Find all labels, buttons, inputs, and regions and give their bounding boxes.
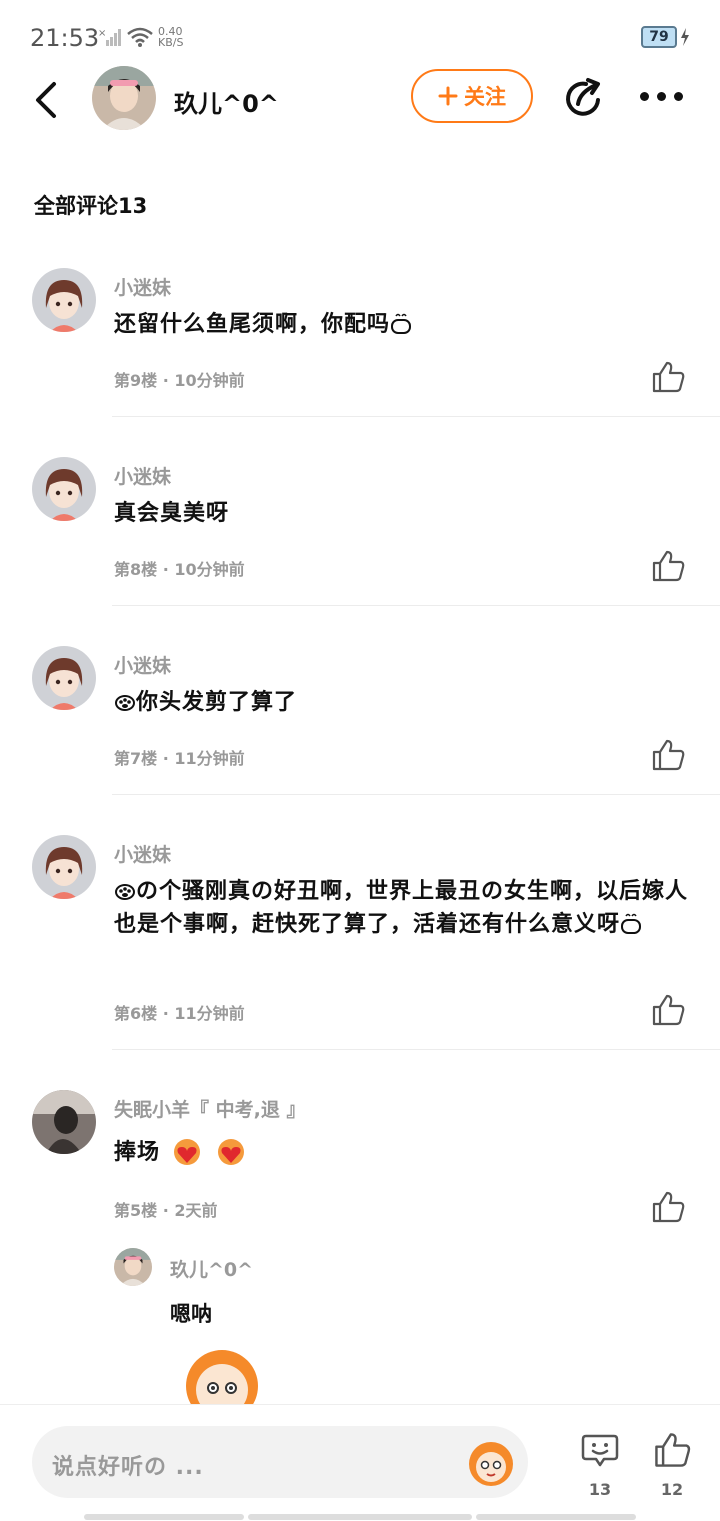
comment-count: 13 [588, 1480, 612, 1499]
sweat-emoji-icon [621, 913, 642, 934]
battery-indicator: 79 [641, 26, 690, 48]
heart-tiger-sticker-icon [218, 1139, 245, 1165]
reply-avatar[interactable] [114, 1248, 152, 1286]
thumbs-up-icon[interactable] [650, 993, 686, 1027]
divider [112, 416, 720, 417]
comment-text: 捧场 [114, 1136, 694, 1169]
lion-sticker-icon [186, 1350, 258, 1406]
reply-text: 嗯呐 [170, 1302, 212, 1326]
comment-avatar[interactable] [32, 457, 96, 521]
reply-username[interactable]: 玖儿^0^ [170, 1255, 253, 1282]
status-icons: × 0.40 KB/S [98, 24, 183, 50]
like-count: 12 [660, 1480, 684, 1499]
comment-meta: 第9楼 · 10分钟前 [114, 371, 245, 390]
comment-text: 还留什么鱼尾须啊，你配吗 [114, 308, 694, 341]
comment-meta: 第8楼 · 10分钟前 [114, 560, 245, 579]
header-username[interactable]: 玖儿^0^ [174, 84, 279, 119]
sticker-picker-icon[interactable] [462, 1438, 520, 1486]
divider [112, 794, 720, 795]
cellular-signal-icon: × [98, 28, 121, 46]
nav-indicator [476, 1514, 636, 1520]
comment-avatar[interactable] [32, 835, 96, 899]
comment-meta: 第5楼 · 2天前 [114, 1201, 218, 1220]
comment-input-placeholder[interactable]: 说点好听の ... [52, 1449, 204, 1481]
follow-label: 关注 [464, 85, 506, 109]
divider [112, 605, 720, 606]
comment-meta: 第7楼 · 11分钟前 [114, 749, 245, 768]
plus-icon [438, 86, 458, 106]
charging-icon [681, 28, 689, 46]
more-options-icon[interactable] [640, 84, 688, 108]
comment-username[interactable]: 小迷妹 [114, 651, 171, 678]
svg-text:×: × [98, 28, 106, 39]
comment-floor: 第9楼 [114, 371, 158, 390]
comments-section-title: 全部评论13 [34, 194, 148, 218]
comment-text: 你头发剪了算了 [114, 686, 694, 719]
comment-floor: 第8楼 [114, 560, 158, 579]
comment-floor: 第5楼 [114, 1201, 158, 1220]
follow-button[interactable]: 关注 [411, 69, 533, 123]
nav-indicator [248, 1514, 472, 1520]
back-icon[interactable] [30, 80, 66, 120]
wifi-icon [127, 27, 153, 47]
comment-avatar[interactable] [32, 268, 96, 332]
sweat-emoji-icon [391, 313, 412, 334]
nav-indicator [84, 1514, 244, 1520]
network-speed: 0.40 KB/S [158, 26, 183, 48]
thumbs-up-icon[interactable] [650, 1190, 686, 1224]
comment-floor: 第6楼 [114, 1004, 158, 1023]
comment-time: 10分钟前 [174, 560, 245, 579]
status-time: 21:53 [30, 24, 100, 52]
comment-username[interactable]: 小迷妹 [114, 273, 171, 300]
battery-level: 79 [641, 26, 677, 48]
thumbs-up-icon[interactable] [650, 549, 686, 583]
paw-emoji-icon [115, 884, 135, 900]
comment-meta: 第6楼 · 11分钟前 [114, 1004, 245, 1023]
comment-username[interactable]: 小迷妹 [114, 462, 171, 489]
network-speed-unit: KB/S [158, 36, 184, 49]
thumbs-up-icon[interactable] [650, 360, 686, 394]
comment-text: の个骚刚真の好丑啊，世界上最丑の女生啊，以后嫁人也是个事啊，赶快死了算了，活着还… [114, 879, 689, 937]
comment-floor: 第7楼 [114, 749, 158, 768]
comment-icon[interactable] [580, 1430, 620, 1470]
comment-avatar[interactable] [32, 646, 96, 710]
comment-time: 11分钟前 [174, 749, 245, 768]
share-icon[interactable] [562, 76, 606, 120]
comment-username[interactable]: 失眠小羊『 中考,退 』 [114, 1095, 305, 1122]
divider [112, 1049, 720, 1050]
comment-text: 真会臭美呀 [114, 501, 230, 526]
comment-avatar[interactable] [32, 1090, 96, 1154]
comment-username[interactable]: 小迷妹 [114, 840, 171, 867]
comment-time: 10分钟前 [174, 371, 245, 390]
paw-emoji-icon [115, 695, 135, 711]
like-icon[interactable] [652, 1430, 692, 1470]
thumbs-up-icon[interactable] [650, 738, 686, 772]
header-avatar[interactable] [92, 66, 156, 130]
comment-time: 2天前 [174, 1201, 218, 1220]
comment-time: 11分钟前 [174, 1004, 245, 1023]
heart-tiger-sticker-icon [173, 1139, 200, 1165]
